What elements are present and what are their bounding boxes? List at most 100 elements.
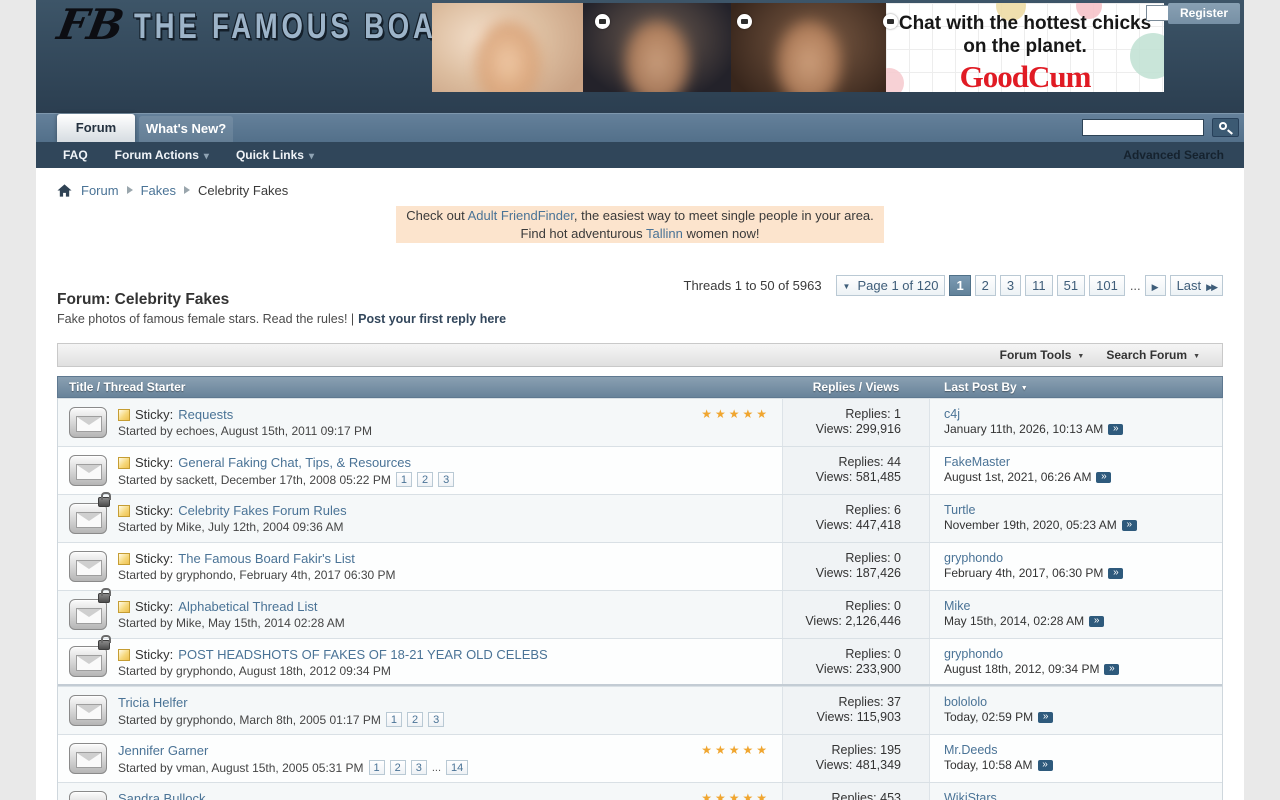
thread-page-button[interactable]: 2 xyxy=(407,712,423,727)
search-button[interactable] xyxy=(1212,118,1239,137)
goto-last-post-icon[interactable] xyxy=(1122,520,1137,531)
views-count: Views: 447,418 xyxy=(783,518,901,533)
advanced-search-link[interactable]: Advanced Search xyxy=(1123,148,1224,162)
pagination: Threads 1 to 50 of 5963 Page 1 of 120123… xyxy=(684,275,1224,296)
thread-title-cell: Sticky:POST HEADSHOTS OF FAKES OF 18-21 … xyxy=(118,639,782,684)
goto-last-post-icon[interactable] xyxy=(1089,616,1104,627)
tab-forum[interactable]: Forum xyxy=(57,114,135,142)
page-number-button[interactable]: 1 xyxy=(949,275,970,296)
replies-count: Replies: 0 xyxy=(783,599,901,614)
ad-banner[interactable]: Chat with the hottest chicks on the plan… xyxy=(432,3,1164,92)
tab-whats-new[interactable]: What's New? xyxy=(139,116,233,142)
thread-byline: Started by sackett, December 17th, 2008 … xyxy=(118,473,391,487)
last-post-cell: WikiStarsToday, 04:55 AM xyxy=(930,783,1222,800)
last-post-user-link[interactable]: Mr.Deeds xyxy=(944,743,1222,758)
notice-text: Find hot adventurous xyxy=(521,226,647,241)
thread-icon-cell xyxy=(58,543,118,590)
thread-page-button[interactable]: 14 xyxy=(446,760,468,775)
goto-last-post-icon[interactable] xyxy=(1104,664,1119,675)
envelope-icon xyxy=(69,791,107,800)
thread-page-button[interactable]: 1 xyxy=(396,472,412,487)
thread-page-button[interactable]: 1 xyxy=(369,760,385,775)
goto-last-post-icon[interactable] xyxy=(1038,712,1053,723)
thread-title-link[interactable]: Alphabetical Thread List xyxy=(178,599,317,614)
breadcrumb-item-celebrity-fakes: Celebrity Fakes xyxy=(198,183,288,198)
thread-page-button[interactable]: 1 xyxy=(386,712,402,727)
thread-byline-line: Started by Mike, July 12th, 2004 09:36 A… xyxy=(118,520,782,534)
column-header-last-post[interactable]: Last Post By xyxy=(930,380,1222,394)
page-number-button[interactable]: 11 xyxy=(1025,275,1053,296)
sticky-prefix-label: Sticky: xyxy=(135,599,173,614)
thread-page-button[interactable]: 3 xyxy=(411,760,427,775)
forum-page: FB THE FAMOUS BOARD Chat with the hottes… xyxy=(36,0,1244,800)
envelope-icon xyxy=(69,646,107,677)
last-post-date-line: August 18th, 2012, 09:34 PM xyxy=(944,662,1222,677)
views-count: Views: 581,485 xyxy=(783,470,901,485)
tallinn-link[interactable]: Tallinn xyxy=(646,226,683,241)
last-post-user-link[interactable]: bolololo xyxy=(944,695,1222,710)
first-reply-link[interactable]: Post your first reply here xyxy=(358,312,506,326)
thread-byline: Started by gryphondo, March 8th, 2005 01… xyxy=(118,713,381,727)
page-number-button[interactable]: 3 xyxy=(1000,275,1021,296)
goto-last-post-icon[interactable] xyxy=(1038,760,1053,771)
last-post-user-link[interactable]: gryphondo xyxy=(944,551,1222,566)
last-post-user-link[interactable]: FakeMaster xyxy=(944,455,1222,470)
last-page-button[interactable]: Last xyxy=(1170,275,1223,296)
forum-header: Threads 1 to 50 of 5963 Page 1 of 120123… xyxy=(57,275,1223,333)
page-number-button[interactable]: 101 xyxy=(1089,275,1125,296)
thread-page-button[interactable]: 3 xyxy=(438,472,454,487)
goto-last-post-icon[interactable] xyxy=(1108,568,1123,579)
thread-title-link[interactable]: General Faking Chat, Tips, & Resources xyxy=(178,455,411,470)
thread-title-link[interactable]: Sandra Bullock xyxy=(118,791,205,800)
nav-link-faq[interactable]: FAQ xyxy=(63,148,88,162)
thread-title-cell: Sticky:Celebrity Fakes Forum RulesStarte… xyxy=(118,495,782,542)
thread-title-link[interactable]: The Famous Board Fakir's List xyxy=(178,551,355,566)
last-post-user-link[interactable]: gryphondo xyxy=(944,647,1222,662)
last-post-user-link[interactable]: Mike xyxy=(944,599,1222,614)
goto-last-post-icon[interactable] xyxy=(1096,472,1111,483)
register-button[interactable]: Register xyxy=(1168,3,1240,24)
next-page-button[interactable] xyxy=(1145,275,1166,296)
last-post-user-link[interactable]: c4j xyxy=(944,407,1222,422)
breadcrumb-item-fakes[interactable]: Fakes xyxy=(141,183,176,198)
thread-title-cell: Tricia Helfer Started by gryphondo, March… xyxy=(118,687,782,734)
column-header-replies[interactable]: Replies / Views xyxy=(782,380,930,394)
thread-pages-ellipsis: ... xyxy=(432,762,441,774)
thread-title-link[interactable]: Celebrity Fakes Forum Rules xyxy=(178,503,346,518)
home-icon[interactable] xyxy=(57,183,72,198)
thread-title-link[interactable]: POST HEADSHOTS OF FAKES OF 18-21 YEAR OL… xyxy=(178,647,547,662)
thread-icon-cell xyxy=(58,783,118,800)
thread-title-line: Sticky:Requests xyxy=(118,406,782,423)
sticky-note-icon xyxy=(118,409,130,421)
last-post-user-link[interactable]: Turtle xyxy=(944,503,1222,518)
nav-link-forum-actions[interactable]: Forum Actions xyxy=(115,148,209,162)
thread-row: Tricia Helfer Started by gryphondo, March… xyxy=(58,686,1222,734)
last-post-cell: Mr.DeedsToday, 10:58 AM xyxy=(930,735,1222,782)
thread-title-link[interactable]: Tricia Helfer xyxy=(118,695,188,710)
breadcrumb-item-forum[interactable]: Forum xyxy=(81,183,119,198)
thread-title-line: Sandra Bullock xyxy=(118,790,782,800)
forum-tools-menu[interactable]: Forum Tools xyxy=(1000,348,1085,362)
thread-title-link[interactable]: Requests xyxy=(178,407,233,422)
column-header-title[interactable]: Title / Thread Starter xyxy=(58,380,782,394)
adult-friendfinder-link[interactable]: Adult FriendFinder xyxy=(468,208,574,223)
thread-byline-line: Started by gryphondo, August 18th, 2012 … xyxy=(118,664,782,678)
goto-last-post-icon[interactable] xyxy=(1108,424,1123,435)
views-count: Views: 481,349 xyxy=(783,758,901,773)
sticky-prefix-label: Sticky: xyxy=(135,455,173,470)
page-dropdown-button[interactable]: Page 1 of 120 xyxy=(836,275,946,296)
thread-page-button[interactable]: 3 xyxy=(428,712,444,727)
thread-page-button[interactable]: 2 xyxy=(417,472,433,487)
login-input[interactable] xyxy=(1146,5,1170,21)
thread-title-link[interactable]: Jennifer Garner xyxy=(118,743,208,758)
page-number-button[interactable]: 51 xyxy=(1057,275,1085,296)
last-post-user-link[interactable]: WikiStars xyxy=(944,791,1222,800)
thread-page-button[interactable]: 2 xyxy=(390,760,406,775)
search-input[interactable] xyxy=(1082,119,1204,136)
quick-links-bar: FAQ Forum Actions Quick Links Advanced S… xyxy=(36,142,1244,168)
envelope-icon xyxy=(69,599,107,630)
nav-link-quick-links[interactable]: Quick Links xyxy=(236,148,314,162)
search-forum-menu[interactable]: Search Forum xyxy=(1106,348,1200,362)
page-number-button[interactable]: 2 xyxy=(975,275,996,296)
replies-count: Replies: 6 xyxy=(783,503,901,518)
